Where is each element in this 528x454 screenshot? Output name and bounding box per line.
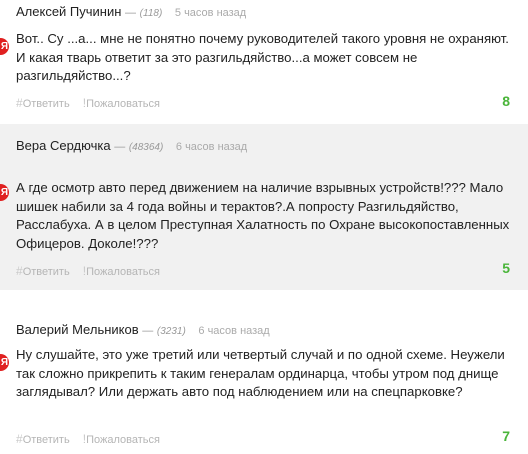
comment-author[interactable]: Вера Сердючка — [16, 138, 111, 153]
comment-time[interactable]: 6 часов назад — [176, 141, 247, 153]
hash-icon: # — [16, 264, 23, 278]
comment-author[interactable]: Алексей Пучинин — [16, 4, 121, 19]
comment: Вера Сердючка — (48364) 6 часов назад Я … — [0, 124, 528, 290]
comment-karma: (3231) — [156, 326, 186, 337]
report-label: Пожаловаться — [86, 434, 160, 446]
hash-icon: # — [16, 96, 23, 110]
comment-text: Вот.. Су ...а... мне не понятно почему р… — [16, 31, 509, 83]
reply-label: Ответить — [22, 98, 70, 110]
comment-time[interactable]: 5 часов назад — [175, 7, 246, 19]
comment-karma: (48364) — [128, 142, 164, 153]
comment-header: Вера Сердючка — (48364) 6 часов назад — [16, 138, 247, 153]
comment-text: Ну слушайте, это уже третий или четверты… — [16, 347, 505, 399]
report-label: Пожаловаться — [86, 266, 160, 278]
reply-button[interactable]: #Ответить — [16, 432, 70, 446]
yandex-icon: Я — [0, 354, 9, 371]
dash: — — [142, 325, 154, 337]
dash: — — [114, 141, 126, 153]
comment-time[interactable]: 6 часов назад — [198, 325, 269, 337]
yandex-icon: Я — [0, 38, 9, 55]
comment-score: 5 — [502, 260, 510, 276]
comment-header: Валерий Мельников — (3231) 6 часов назад — [16, 322, 270, 337]
report-button[interactable]: !Пожаловаться — [83, 264, 160, 278]
hash-icon: # — [16, 432, 23, 446]
comment-actions: #Ответить !Пожаловаться — [16, 264, 160, 278]
reply-button[interactable]: #Ответить — [16, 264, 70, 278]
comment-header: Алексей Пучинин — (118) 5 часов назад — [16, 4, 246, 19]
report-button[interactable]: !Пожаловаться — [83, 96, 160, 110]
reply-label: Ответить — [22, 434, 70, 446]
comment-text: А где осмотр авто перед движением на нал… — [16, 180, 510, 251]
reply-button[interactable]: #Ответить — [16, 96, 70, 110]
yandex-icon: Я — [0, 184, 9, 201]
comment-actions: #Ответить !Пожаловаться — [16, 96, 160, 110]
comment-actions: #Ответить !Пожаловаться — [16, 432, 160, 446]
dash: — — [125, 7, 137, 19]
comment: Алексей Пучинин — (118) 5 часов назад Я … — [0, 0, 528, 124]
comment-score: 7 — [502, 428, 510, 444]
report-label: Пожаловаться — [86, 98, 160, 110]
comment-karma: (118) — [139, 8, 163, 19]
comment-score: 8 — [502, 93, 510, 109]
report-button[interactable]: !Пожаловаться — [83, 432, 160, 446]
comment-author[interactable]: Валерий Мельников — [16, 322, 139, 337]
reply-label: Ответить — [22, 266, 70, 278]
comment: Валерий Мельников — (3231) 6 часов назад… — [0, 290, 528, 454]
